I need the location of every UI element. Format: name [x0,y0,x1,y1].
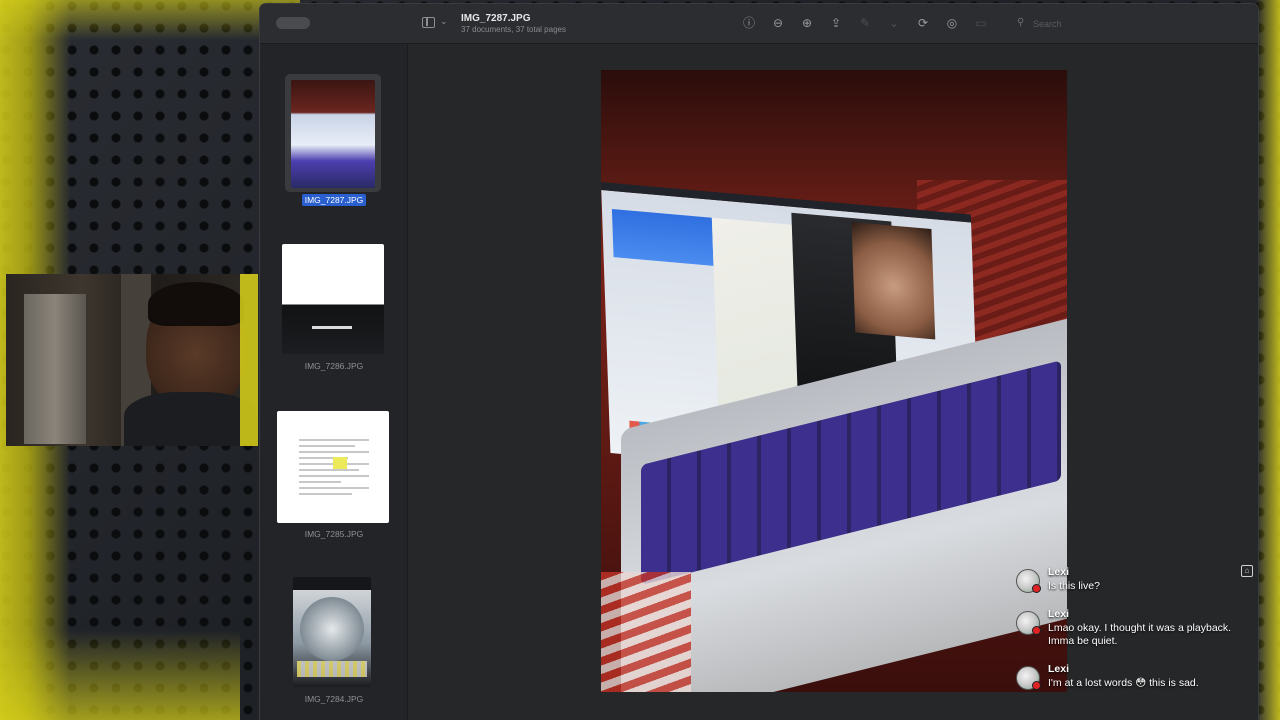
search-placeholder: Search [1033,19,1062,29]
avatar [1016,569,1041,593]
pin-icon[interactable]: ⌂ [1241,565,1253,577]
thumbnail-caption [297,661,367,677]
thumbnail-photo-circle [300,597,364,661]
thumbnail-label-2[interactable]: IMG_7286.JPG [260,361,408,371]
highlight-icon[interactable]: ◎ [943,14,961,32]
chat-username: Lexi [1048,566,1070,578]
markup-icon[interactable]: ✎ [856,14,874,32]
thumbnail-text-lines [299,439,369,499]
live-badge-icon [1032,681,1041,690]
yellow-glow-right [1256,0,1280,720]
chevron-down-icon: ⌄ [440,16,448,26]
chat-overlay: ⌂ Lexi Is this live? Lexi Lmao okay. I t… [1012,562,1258,702]
thumbnail-detail [312,326,352,329]
window-titlebar: ⌄ IMG_7287.JPG 37 documents, 37 total pa… [260,4,1258,44]
chat-text: I'm at a lost words 😳 this is sad. [1048,677,1199,689]
chat-username: Lexi [1048,663,1070,675]
share-icon[interactable]: ⇪ [827,14,845,32]
yellow-glow-bottom [0,630,240,720]
webcam-feed [6,274,258,446]
thumbnail-image-2[interactable] [282,244,384,354]
toolbar-icons: ⓘ ⊖ ⊕ ⇪ ✎ ⌄ ⟳ ◎ ▭ [740,14,990,32]
streamer-shirt [124,392,258,446]
yellow-glow-top [0,0,300,40]
rotate-icon[interactable]: ⟳ [914,14,932,32]
form-icon[interactable]: ▭ [972,14,990,32]
chat-text: Is this live? [1048,580,1100,592]
document-title: IMG_7287.JPG [461,13,531,24]
thumbnail-highlight [333,457,347,469]
avatar [1016,611,1041,635]
chat-username: Lexi [1048,608,1070,620]
search-field[interactable]: ⚲ Search [1017,16,1167,32]
photo-screen-face [851,222,936,340]
thumbnail-image-1[interactable] [291,80,375,188]
photo-screen-blue-panel [611,208,714,266]
avatar [1016,666,1041,690]
thumbnail-image-4[interactable] [293,577,371,687]
sidebar-icon [422,17,435,28]
main-photo-view[interactable] [601,70,1067,692]
thumbnail-label-1[interactable]: IMG_7287.JPG [260,194,408,206]
search-icon: ⚲ [1017,17,1025,28]
markup-chevron-icon[interactable]: ⌄ [885,14,903,32]
thumbnail-label-4[interactable]: IMG_7284.JPG [260,694,408,704]
background-fridge [24,294,86,444]
webcam-accent-bar [240,274,258,446]
thumbnail-label-3[interactable]: IMG_7285.JPG [260,529,408,539]
zoom-in-icon[interactable]: ⊕ [798,14,816,32]
stream-canvas: ⌄ IMG_7287.JPG 37 documents, 37 total pa… [0,0,1280,720]
info-icon[interactable]: ⓘ [740,14,758,32]
thumbnail-sidebar[interactable]: IMG_7287.JPG IMG_7286.JPG IMG_7285.JPG I… [260,44,408,720]
zoom-out-icon[interactable]: ⊖ [769,14,787,32]
photo-blanket-corner [601,572,691,692]
sidebar-toggle-button[interactable]: ⌄ [422,16,448,32]
traffic-lights[interactable] [276,17,310,29]
document-subtitle: 37 documents, 37 total pages [461,25,566,34]
thumbnail-image-3[interactable] [277,411,389,523]
live-badge-icon [1032,626,1041,635]
live-badge-icon [1032,584,1041,593]
streamer-hair [148,282,244,326]
chat-text: Lmao okay. I thought it was a playback. … [1048,622,1232,647]
